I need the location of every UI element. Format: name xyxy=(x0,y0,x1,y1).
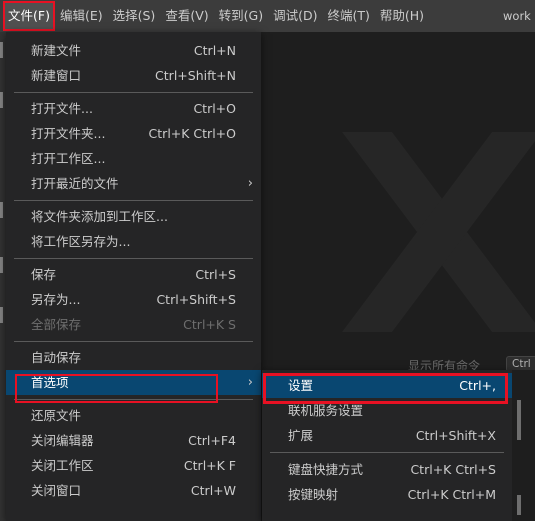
menu-debug[interactable]: 调试(D) xyxy=(268,1,322,31)
menu-item-shortcut: Ctrl+S xyxy=(195,267,236,282)
menu-item-new-window[interactable]: 新建窗口 Ctrl+Shift+N xyxy=(6,63,261,88)
menu-item-auto-save[interactable]: 自动保存 xyxy=(6,345,261,370)
explorer-icon[interactable] xyxy=(0,42,3,58)
menu-edit[interactable]: 编辑(E) xyxy=(55,1,108,31)
menu-item-label: 键盘快捷方式 xyxy=(288,462,364,477)
menu-item-shortcut: Ctrl+K Ctrl+O xyxy=(148,126,236,141)
menu-separator xyxy=(14,399,253,400)
menu-item-label: 新建窗口 xyxy=(31,68,82,83)
menu-item-close-window[interactable]: 关闭窗口 Ctrl+W xyxy=(6,478,261,503)
menu-item-shortcut: Ctrl+W xyxy=(190,483,236,498)
search-icon[interactable] xyxy=(0,92,3,108)
menu-item-label: 全部保存 xyxy=(31,317,82,332)
menu-item-keyboard-shortcuts[interactable]: 键盘快捷方式 Ctrl+K Ctrl+S xyxy=(262,457,512,482)
chevron-right-icon: › xyxy=(247,176,253,191)
menu-item-open-folder[interactable]: 打开文件夹... Ctrl+K Ctrl+O xyxy=(6,121,261,146)
menu-item-extensions[interactable]: 扩展 Ctrl+Shift+X xyxy=(262,423,512,448)
menu-item-new-file[interactable]: 新建文件 Ctrl+N xyxy=(6,38,261,63)
menu-item-label: 自动保存 xyxy=(31,350,82,365)
menu-file[interactable]: 文件(F) xyxy=(3,1,55,31)
menu-item-shortcut: Ctrl+K Ctrl+M xyxy=(407,487,496,502)
menu-item-save[interactable]: 保存 Ctrl+S xyxy=(6,262,261,287)
menu-item-shortcut: Ctrl+N xyxy=(193,43,236,58)
menu-item-label: 设置 xyxy=(288,378,314,393)
debug-icon[interactable] xyxy=(0,257,3,273)
menu-view[interactable]: 查看(V) xyxy=(160,1,213,31)
menu-item-open-file[interactable]: 打开文件... Ctrl+O xyxy=(6,96,261,121)
vscode-logo-icon xyxy=(342,132,535,332)
menu-item-save-as[interactable]: 另存为... Ctrl+Shift+S xyxy=(6,287,261,312)
menu-item-close-editor[interactable]: 关闭编辑器 Ctrl+F4 xyxy=(6,428,261,453)
menu-item-label: 联机服务设置 xyxy=(288,403,364,418)
menu-separator xyxy=(270,452,504,453)
menu-item-shortcut: Ctrl+Shift+S xyxy=(156,292,236,307)
menu-item-label: 扩展 xyxy=(288,428,314,443)
scrollbar[interactable] xyxy=(512,370,535,521)
menu-item-shortcut: Ctrl+K Ctrl+S xyxy=(410,462,496,477)
menu-item-online-settings[interactable]: 联机服务设置 xyxy=(262,398,512,423)
menu-item-label: 关闭窗口 xyxy=(31,483,82,498)
menu-go[interactable]: 转到(G) xyxy=(214,1,268,31)
menu-item-label: 将工作区另存为... xyxy=(31,234,131,249)
menu-item-label: 打开工作区... xyxy=(31,151,106,166)
menu-separator xyxy=(14,258,253,259)
menu-item-label: 首选项 xyxy=(31,375,69,390)
menu-item-label: 新建文件 xyxy=(31,43,82,58)
menu-item-shortcut: Ctrl+Shift+X xyxy=(415,428,496,443)
menu-item-preferences[interactable]: 首选项 › xyxy=(6,370,261,395)
menu-item-open-recent[interactable]: 打开最近的文件 › xyxy=(6,171,261,196)
menu-item-label: 打开文件... xyxy=(31,101,93,116)
menu-item-add-folder[interactable]: 将文件夹添加到工作区... xyxy=(6,204,261,229)
menu-item-label: 打开文件夹... xyxy=(31,126,106,141)
preferences-submenu: 设置 Ctrl+, 联机服务设置 扩展 Ctrl+Shift+X 键盘快捷方式 … xyxy=(262,370,512,521)
menu-item-shortcut: Ctrl+K S xyxy=(183,317,236,332)
menu-item-label: 关闭工作区 xyxy=(31,458,94,473)
source-control-icon[interactable] xyxy=(0,202,3,218)
menu-separator xyxy=(14,92,253,93)
menubar: 文件(F) 编辑(E) 选择(S) 查看(V) 转到(G) 调试(D) 终端(T… xyxy=(0,0,535,32)
menu-item-settings[interactable]: 设置 Ctrl+, xyxy=(262,373,512,398)
menu-item-revert-file[interactable]: 还原文件 xyxy=(6,403,261,428)
menu-help[interactable]: 帮助(H) xyxy=(375,1,429,31)
menu-selection[interactable]: 选择(S) xyxy=(108,1,161,31)
menu-item-shortcut: Ctrl+O xyxy=(193,101,236,116)
menu-item-label: 按键映射 xyxy=(288,487,339,502)
menu-item-label: 将文件夹添加到工作区... xyxy=(31,209,168,224)
menu-separator xyxy=(14,200,253,201)
scrollbar-thumb[interactable] xyxy=(517,495,521,515)
extensions-icon[interactable] xyxy=(0,307,3,323)
menu-item-shortcut: Ctrl+Shift+N xyxy=(155,68,236,83)
menu-item-save-all: 全部保存 Ctrl+K S xyxy=(6,312,261,337)
menu-item-label: 保存 xyxy=(31,267,57,282)
chevron-right-icon: › xyxy=(247,375,253,390)
window-title: work xyxy=(503,9,531,23)
file-menu: 新建文件 Ctrl+N 新建窗口 Ctrl+Shift+N 打开文件... Ct… xyxy=(6,32,261,521)
menu-terminal[interactable]: 终端(T) xyxy=(322,1,374,31)
scrollbar-thumb[interactable] xyxy=(517,400,521,440)
menu-item-close-workspace[interactable]: 关闭工作区 Ctrl+K F xyxy=(6,453,261,478)
menu-item-shortcut: Ctrl+F4 xyxy=(188,433,236,448)
menu-item-keymaps[interactable]: 按键映射 Ctrl+K Ctrl+M xyxy=(262,482,512,507)
menu-item-label: 另存为... xyxy=(31,292,81,307)
menu-separator xyxy=(14,341,253,342)
menu-item-shortcut: Ctrl+K F xyxy=(183,458,236,473)
menu-item-shortcut: Ctrl+, xyxy=(459,378,496,393)
menu-item-label: 还原文件 xyxy=(31,408,82,423)
menu-item-save-workspace-as[interactable]: 将工作区另存为... xyxy=(6,229,261,254)
menu-item-label: 关闭编辑器 xyxy=(31,433,94,448)
menu-item-open-workspace[interactable]: 打开工作区... xyxy=(6,146,261,171)
menu-item-label: 打开最近的文件 xyxy=(31,176,119,191)
